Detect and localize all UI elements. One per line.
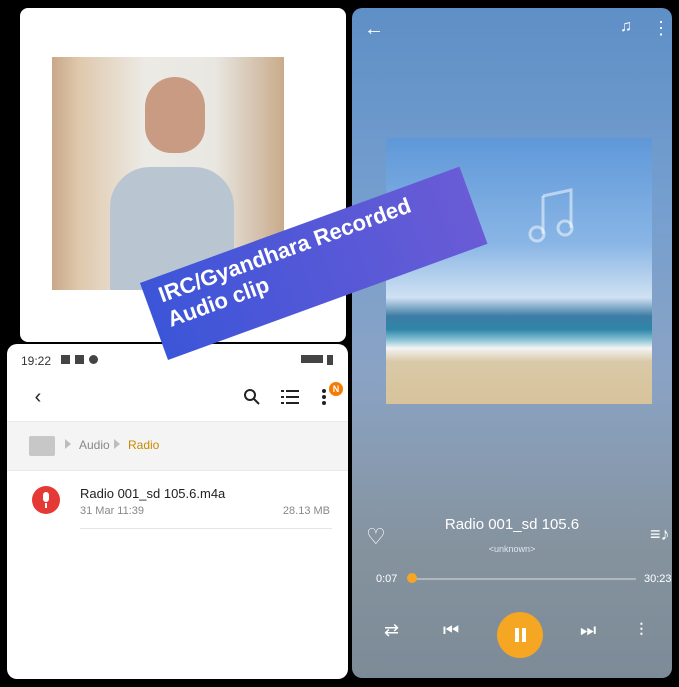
file-manager-panel: 19:22 ‹ N Audio Radio Radio 001_sd 105.6…	[7, 344, 348, 679]
file-date: 31 Mar 11:39	[80, 505, 145, 517]
microphone-icon	[32, 486, 60, 514]
battery-icon	[327, 355, 333, 365]
list-item[interactable]: Radio 001_sd 105.6.m4a 31 Mar 11:39 28.1…	[7, 474, 348, 530]
status-time: 19:22	[21, 354, 52, 368]
file-size: 28.13 MB	[282, 505, 330, 517]
breadcrumb-radio[interactable]: Radio	[128, 438, 159, 452]
more-icon[interactable]: ⋮	[652, 18, 670, 38]
back-icon[interactable]: ←	[364, 18, 384, 41]
next-icon[interactable]: ⏭	[580, 620, 596, 641]
toolbar: ‹ N	[7, 378, 348, 418]
seek-thumb[interactable]	[406, 573, 417, 583]
status-icon	[89, 355, 98, 364]
total-time: 30:23	[644, 573, 672, 585]
breadcrumb: Audio Radio	[7, 421, 348, 471]
track-title: Radio 001_sd 105.6	[444, 516, 580, 533]
more-icon[interactable]: N	[311, 382, 343, 410]
guitar-icon[interactable]: ♫	[620, 18, 640, 38]
equalizer-icon[interactable]: ⫶	[639, 620, 644, 641]
seek-bar[interactable]	[410, 578, 636, 580]
breadcrumb-audio[interactable]: Audio	[79, 438, 110, 452]
status-icon	[61, 355, 70, 364]
previous-icon[interactable]: ⏮	[443, 620, 459, 641]
chevron-right-icon	[114, 439, 120, 449]
track-artist: <unknown>	[488, 544, 536, 554]
elapsed-time: 0:07	[376, 573, 398, 585]
signal-icon	[301, 355, 323, 363]
status-icon	[75, 355, 84, 364]
repeat-icon[interactable]: ⇄	[384, 620, 399, 641]
music-player: ← ♫ ⋮ ♡ Radio 001_sd 105.6 <unknown> ≡♪ …	[352, 8, 672, 678]
home-icon[interactable]	[29, 436, 55, 456]
back-icon[interactable]: ‹	[25, 384, 51, 410]
queue-icon[interactable]: ≡♪	[650, 524, 670, 545]
divider	[80, 528, 332, 529]
pause-icon[interactable]	[497, 612, 543, 658]
list-view-icon[interactable]	[277, 384, 303, 410]
notification-badge: N	[329, 382, 343, 396]
file-name: Radio 001_sd 105.6.m4a	[80, 486, 226, 501]
chevron-right-icon	[65, 439, 71, 449]
status-bar: 19:22	[21, 353, 341, 371]
search-icon[interactable]	[239, 384, 265, 410]
music-note-icon	[528, 188, 574, 243]
